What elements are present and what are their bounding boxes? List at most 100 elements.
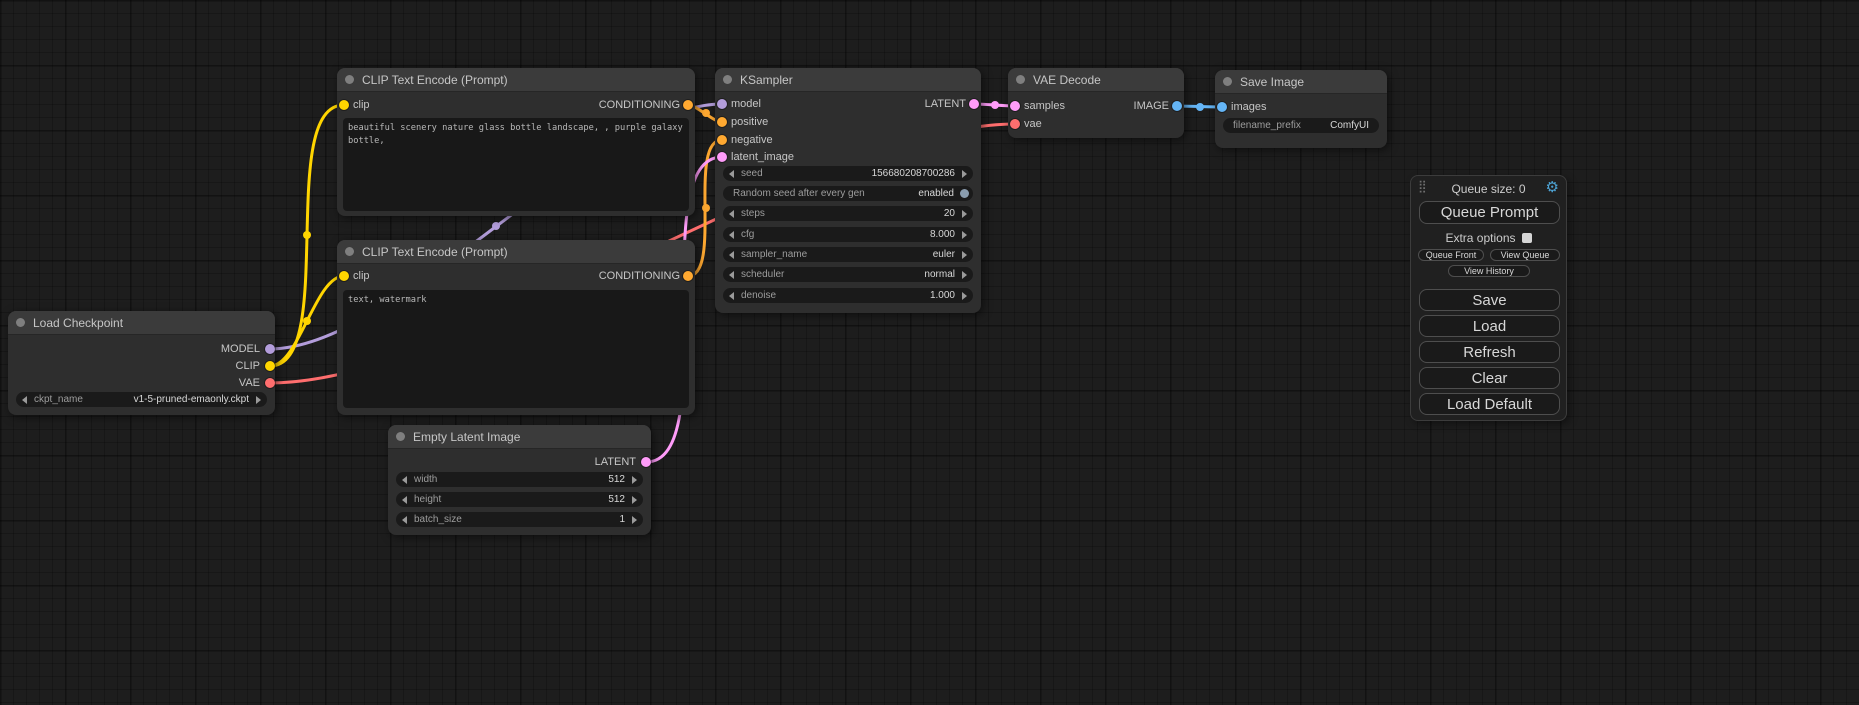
widget-value: euler (933, 249, 955, 260)
queue-menu-panel: ⣿ Queue size: 0 ⚙ Queue Prompt Extra opt… (1410, 175, 1567, 421)
toggle-indicator[interactable] (960, 189, 969, 198)
input-slot-images[interactable] (1217, 102, 1227, 112)
output-slot-latent[interactable] (641, 457, 651, 467)
decrement-arrow-icon[interactable] (729, 170, 734, 178)
node-title-bar[interactable]: CLIP Text Encode (Prompt) (337, 240, 695, 264)
node-title-bar[interactable]: VAE Decode (1008, 68, 1184, 92)
decrement-arrow-icon[interactable] (402, 496, 407, 504)
input-slot-model[interactable] (717, 99, 727, 109)
widget-name: Random seed after every gen (733, 188, 865, 199)
increment-arrow-icon[interactable] (632, 516, 637, 524)
refresh-button[interactable]: Refresh (1419, 341, 1560, 363)
input-slot-clip[interactable] (339, 100, 349, 110)
node-ksampler[interactable]: KSampler model positive negative latent_… (715, 68, 981, 313)
increment-arrow-icon[interactable] (962, 170, 967, 178)
collapse-dot-icon[interactable] (345, 75, 354, 84)
collapse-dot-icon[interactable] (723, 75, 732, 84)
increment-arrow-icon[interactable] (962, 210, 967, 218)
output-slot-vae[interactable] (265, 378, 275, 388)
decrement-arrow-icon[interactable] (729, 292, 734, 300)
prompt-textarea[interactable]: text, watermark (343, 290, 689, 408)
collapse-dot-icon[interactable] (1016, 75, 1025, 84)
node-clip-text-encode-positive[interactable]: CLIP Text Encode (Prompt) clip CONDITION… (337, 68, 695, 216)
prev-arrow-icon[interactable] (729, 251, 734, 259)
widget-seed[interactable]: seed 156680208700286 (723, 166, 973, 181)
decrement-arrow-icon[interactable] (402, 476, 407, 484)
link-dot (303, 317, 311, 325)
widget-denoise[interactable]: denoise 1.000 (723, 288, 973, 303)
collapse-dot-icon[interactable] (345, 247, 354, 256)
widget-steps[interactable]: steps 20 (723, 206, 973, 221)
queue-front-button[interactable]: Queue Front (1418, 249, 1484, 261)
output-label-vae: VAE (239, 377, 260, 389)
next-arrow-icon[interactable] (962, 251, 967, 259)
widget-value: v1-5-pruned-emaonly.ckpt (134, 394, 249, 405)
collapse-dot-icon[interactable] (16, 318, 25, 327)
input-slot-negative[interactable] (717, 135, 727, 145)
queue-prompt-button[interactable]: Queue Prompt (1419, 201, 1560, 224)
view-queue-button[interactable]: View Queue (1490, 249, 1560, 261)
increment-arrow-icon[interactable] (632, 496, 637, 504)
view-history-button[interactable]: View History (1448, 265, 1530, 277)
prev-arrow-icon[interactable] (22, 396, 27, 404)
widget-ckpt-name[interactable]: ckpt_name v1-5-pruned-emaonly.ckpt (16, 392, 267, 407)
widget-height[interactable]: height 512 (396, 492, 643, 507)
graph-canvas[interactable]: Load Checkpoint MODEL CLIP VAE ckpt_name… (0, 0, 1859, 705)
widget-filename-prefix[interactable]: filename_prefix ComfyUI (1223, 118, 1379, 133)
settings-gear-icon[interactable]: ⚙ (1546, 178, 1559, 196)
input-label-positive: positive (731, 116, 768, 128)
node-title-bar[interactable]: KSampler (715, 68, 981, 92)
widget-name: denoise (741, 290, 776, 301)
prompt-textarea[interactable]: beautiful scenery nature glass bottle la… (343, 118, 689, 211)
node-vae-decode[interactable]: VAE Decode samples vae IMAGE (1008, 68, 1184, 138)
input-label-vae: vae (1024, 118, 1042, 130)
link-dot (702, 204, 710, 212)
output-slot-conditioning[interactable] (683, 271, 693, 281)
widget-sampler-name[interactable]: sampler_name euler (723, 247, 973, 262)
widget-batch-size[interactable]: batch_size 1 (396, 512, 643, 527)
decrement-arrow-icon[interactable] (729, 210, 734, 218)
extra-options-row: Extra options (1411, 231, 1566, 245)
collapse-dot-icon[interactable] (396, 432, 405, 441)
widget-cfg[interactable]: cfg 8.000 (723, 227, 973, 242)
node-load-checkpoint[interactable]: Load Checkpoint MODEL CLIP VAE ckpt_name… (8, 311, 275, 415)
node-empty-latent-image[interactable]: Empty Latent Image LATENT width 512 heig… (388, 425, 651, 535)
output-slot-image[interactable] (1172, 101, 1182, 111)
node-save-image[interactable]: Save Image images filename_prefix ComfyU… (1215, 70, 1387, 148)
decrement-arrow-icon[interactable] (729, 231, 734, 239)
load-button[interactable]: Load (1419, 315, 1560, 337)
widget-scheduler[interactable]: scheduler normal (723, 267, 973, 282)
save-button[interactable]: Save (1419, 289, 1560, 311)
output-slot-latent[interactable] (969, 99, 979, 109)
next-arrow-icon[interactable] (962, 271, 967, 279)
next-arrow-icon[interactable] (256, 396, 261, 404)
output-slot-model[interactable] (265, 344, 275, 354)
node-title-bar[interactable]: Save Image (1215, 70, 1387, 94)
widget-value: 512 (608, 474, 625, 485)
increment-arrow-icon[interactable] (962, 292, 967, 300)
output-label-model: MODEL (221, 343, 260, 355)
node-title-bar[interactable]: CLIP Text Encode (Prompt) (337, 68, 695, 92)
clear-button[interactable]: Clear (1419, 367, 1560, 389)
output-slot-clip[interactable] (265, 361, 275, 371)
node-title: CLIP Text Encode (Prompt) (362, 245, 508, 259)
input-slot-clip[interactable] (339, 271, 349, 281)
input-slot-samples[interactable] (1010, 101, 1020, 111)
prev-arrow-icon[interactable] (729, 271, 734, 279)
collapse-dot-icon[interactable] (1223, 77, 1232, 86)
node-title-bar[interactable]: Empty Latent Image (388, 425, 651, 449)
node-title-bar[interactable]: Load Checkpoint (8, 311, 275, 335)
widget-random-seed-toggle[interactable]: Random seed after every gen enabled (723, 186, 973, 201)
extra-options-checkbox[interactable] (1522, 233, 1532, 243)
node-clip-text-encode-negative[interactable]: CLIP Text Encode (Prompt) clip CONDITION… (337, 240, 695, 415)
increment-arrow-icon[interactable] (962, 231, 967, 239)
decrement-arrow-icon[interactable] (402, 516, 407, 524)
input-slot-latent-image[interactable] (717, 152, 727, 162)
output-label-image: IMAGE (1134, 100, 1169, 112)
input-slot-positive[interactable] (717, 117, 727, 127)
widget-width[interactable]: width 512 (396, 472, 643, 487)
output-slot-conditioning[interactable] (683, 100, 693, 110)
input-slot-vae[interactable] (1010, 119, 1020, 129)
increment-arrow-icon[interactable] (632, 476, 637, 484)
load-default-button[interactable]: Load Default (1419, 393, 1560, 415)
